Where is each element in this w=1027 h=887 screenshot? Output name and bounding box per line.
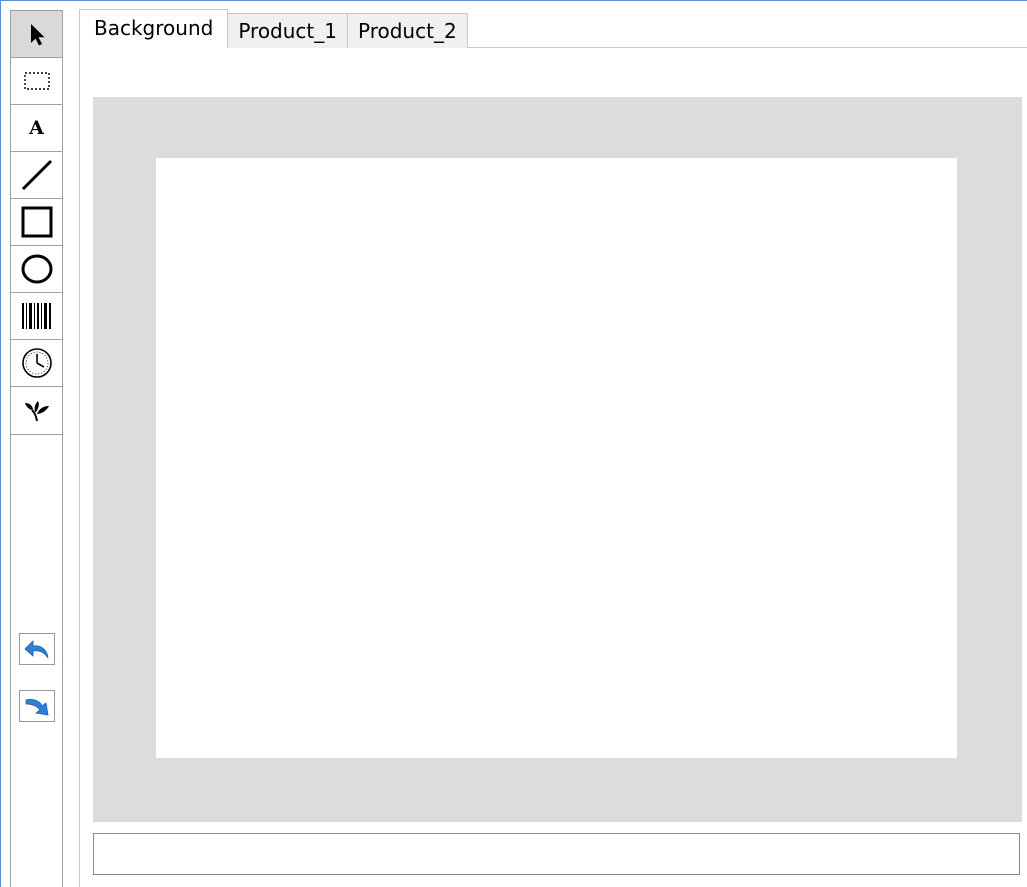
barcode-tool[interactable] [11,293,62,340]
pointer-tool[interactable] [11,11,62,58]
tab-strip: Background Product_1 Product_2 [79,9,468,49]
tab-background[interactable]: Background [79,9,229,49]
undo-button[interactable] [19,633,55,665]
clock-tool[interactable] [11,340,62,387]
status-field[interactable] [93,833,1020,875]
barcode-icon [21,303,51,329]
dashed-rectangle-icon [23,72,50,90]
window-frame-top [0,0,1027,1]
pointer-arrow-icon [30,24,44,46]
tool-stack: A [11,11,62,435]
plant-image-icon [24,400,49,421]
tab-product-1[interactable]: Product_1 [228,13,348,48]
window-frame-left [0,0,1,887]
redo-arrow-icon [25,698,49,716]
rectangle-icon [21,206,52,238]
redo-button[interactable] [19,690,55,722]
line-tool[interactable] [11,152,62,199]
ellipse-tool[interactable] [11,246,62,293]
ellipse-icon [21,254,52,284]
diagonal-line-icon [21,159,52,191]
text-a-icon: A [29,117,44,139]
toolbox: A [10,10,63,887]
label-page[interactable] [156,158,957,758]
rectangle-tool[interactable] [11,199,62,246]
undo-arrow-icon [24,640,49,659]
select-rectangle-tool[interactable] [11,58,62,105]
image-tool[interactable] [11,387,62,434]
text-tool[interactable]: A [11,105,62,152]
clock-icon [21,348,52,378]
design-canvas[interactable] [93,97,1022,822]
tab-product-2[interactable]: Product_2 [348,13,468,48]
